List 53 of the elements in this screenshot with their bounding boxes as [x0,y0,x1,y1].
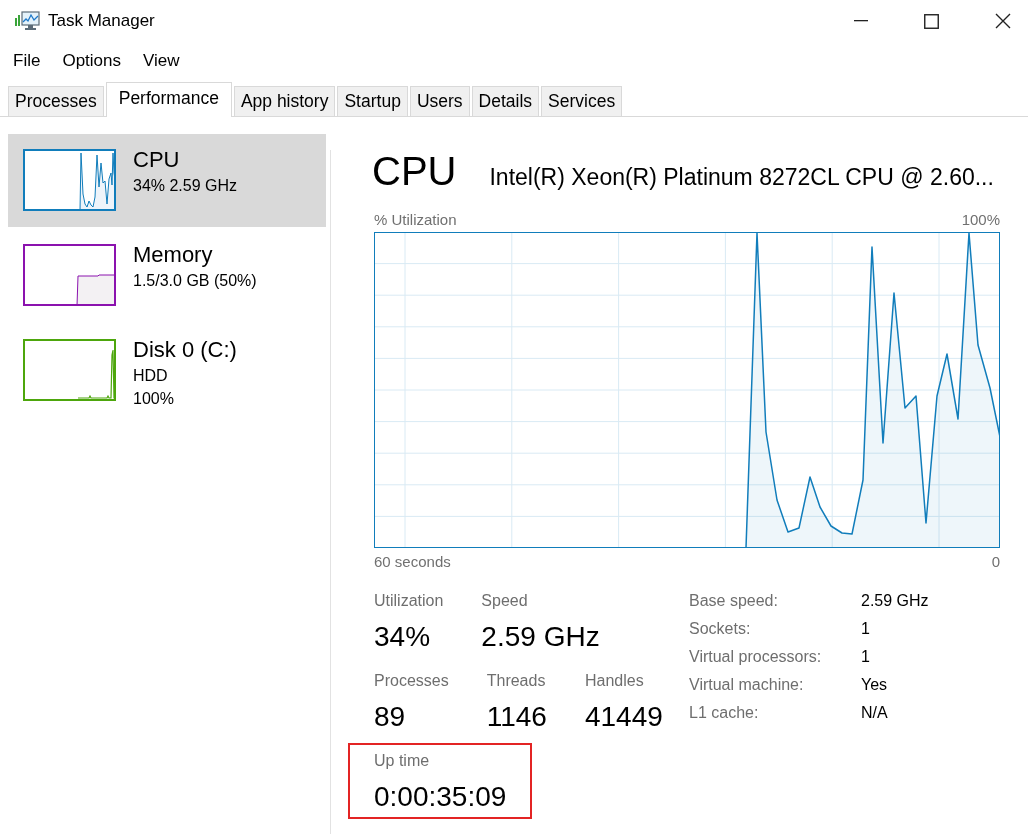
menu-item[interactable]: Options [51,48,132,74]
processor-model: Intel(R) Xeon(R) Platinum 8272CL CPU @ 2.60... [489,164,994,191]
maximize-icon [924,13,939,29]
panel-title: CPU [372,148,457,195]
spec-value: Yes [861,675,889,695]
spec-label: Sockets: [689,619,752,639]
spec-label: Virtual processors: [689,647,823,667]
window-title: Task Manager [48,11,155,31]
monitor-graph-icon [14,10,40,32]
scale-label: 100% [961,211,1000,228]
spec-label: Base speed: [689,591,779,611]
tab[interactable]: Processes [8,86,104,116]
stat-label: Up time [374,751,431,771]
stat-label: Processes [374,671,449,691]
resource-name: CPU [133,146,181,174]
tab[interactable]: Performance [105,82,232,117]
resource-name: Disk 0 (C:) [133,336,237,364]
stat-label: Handles [584,671,645,691]
tab[interactable]: Startup [337,86,408,116]
graph-caption: % Utilization [374,211,457,228]
stat-value: 34% [374,620,432,654]
resource-detail: 34% 2.59 GHz [133,176,238,196]
sidebar-item[interactable]: CPU 34% 2.59 GHz [8,134,326,227]
menu-item[interactable]: File [2,48,52,74]
tab[interactable]: Details [471,86,540,116]
resource-detail: HDD [133,366,169,386]
tab[interactable]: Users [409,86,470,116]
resource-detail: 100% [133,389,175,409]
stat-value: 0:00:35:09 [374,780,508,814]
spec-value: 1 [861,619,871,639]
spec-label: Virtual machine: [689,675,805,695]
stat-value: 2.59 GHz [481,620,600,654]
stat-value: 89 [374,700,407,734]
stat-value: 41449 [584,700,663,734]
spec-value: 2.59 GHz [861,591,929,611]
scale-label: 0 [991,553,1000,572]
stat-value: 1146 [486,700,547,734]
close-icon [994,13,1011,29]
spec-label: L1 cache: [689,703,760,723]
resource-name: Memory [133,241,214,269]
time-span-label: 60 seconds [374,553,451,572]
resource-detail: 1.5/3.0 GB (50%) [133,271,257,291]
stat-label: Speed [481,591,529,611]
spec-value: N/A [861,703,889,723]
sidebar-item[interactable]: Memory 1.5/3.0 GB (50%) [8,229,326,322]
spec-value: 1 [861,647,871,667]
stat-label: Threads [486,671,547,691]
stat-label: Utilization [374,591,444,611]
menu-item[interactable]: View [132,48,191,74]
tab[interactable]: Services [541,86,623,116]
tab[interactable]: App history [233,86,336,116]
minimize-icon [853,20,868,22]
sidebar-item[interactable]: Disk 0 (C:) HDD 100% [8,324,326,417]
